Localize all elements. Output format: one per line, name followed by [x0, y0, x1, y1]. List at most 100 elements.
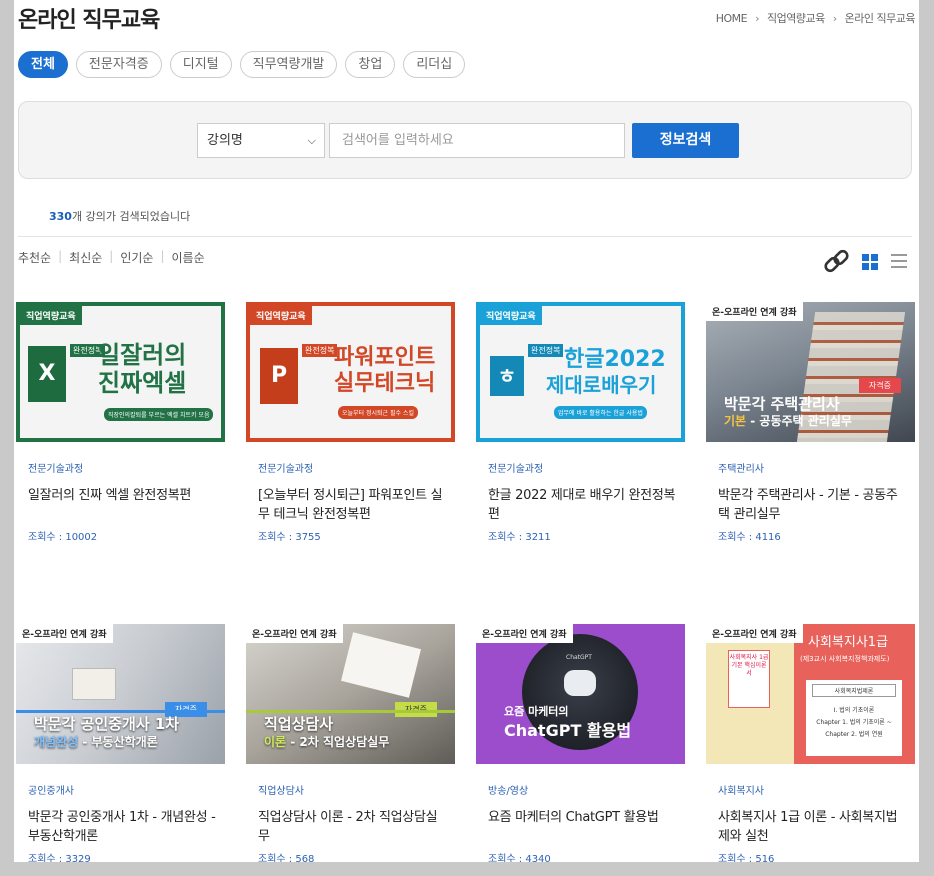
- thumb-tag: 온-오프라인 연계 강좌: [16, 624, 113, 643]
- course-thumbnail[interactable]: 온-오프라인 연계 강좌 자격증 직업상담사 이론 - 2차 직업상담실무: [246, 624, 455, 764]
- select-value: 강의명: [207, 133, 243, 148]
- course-category: 공인중개사: [28, 786, 74, 797]
- course-views: 조회수 : 3211: [488, 532, 551, 543]
- sort-popular[interactable]: 인기순: [120, 249, 153, 266]
- thumb-line2-rest: - 공동주택 관리실무: [746, 414, 852, 428]
- paper-image: [340, 632, 422, 698]
- thumb-line2: 이론 - 2차 직업상담실무: [264, 735, 389, 749]
- course-title[interactable]: 박문각 공인중개사 1차 - 개념완성 - 부동산학개론: [28, 808, 218, 846]
- chevron-down-icon: ⌵: [307, 134, 316, 147]
- thumb-badge: ChatGPT: [566, 654, 592, 661]
- blue-stripe: [16, 710, 225, 713]
- thumb-line2-highlight: 기본: [724, 414, 747, 428]
- course-title[interactable]: [오늘부터 정시퇴근] 파워포인트 실무 테크닉 완전정복편: [258, 486, 448, 524]
- tab-all[interactable]: 전체: [18, 51, 68, 78]
- breadcrumb-item[interactable]: 직업역량교육: [767, 12, 825, 25]
- course-title[interactable]: 박문각 주택관리사 - 기본 - 공동주택 관리실무: [718, 486, 908, 524]
- course-category: 전문기술과정: [488, 464, 544, 475]
- robot-head-icon: [564, 670, 596, 696]
- thumb-line1: 파워포인트: [334, 345, 436, 370]
- course-card[interactable]: 직업역량교육 ㅎ 완전정복 한글2022 제대로배우기 업무에 바로 활용하는 …: [476, 302, 685, 543]
- divider: [18, 236, 912, 237]
- thumb-badge: 완전정복: [528, 344, 564, 357]
- thumb-line2: 제대로배우기: [546, 373, 657, 397]
- thumb-line2-highlight: 이론: [264, 735, 287, 749]
- thumb-badge: 자격증: [858, 378, 901, 393]
- course-card[interactable]: ChatGPT 온-오프라인 연계 강좌 요즘 마케터의 ChatGPT 활용법…: [476, 624, 685, 862]
- course-views: 조회수 : 516: [718, 854, 775, 862]
- content-area: 온라인 직무교육 HOME › 직업역량교육 › 온라인 직무교육 전체 전문자격증 디…: [14, 0, 919, 862]
- course-views: 조회수 : 4340: [488, 854, 551, 862]
- course-card[interactable]: 온-오프라인 연계 강좌 자격증 직업상담사 이론 - 2차 직업상담실무 직업…: [246, 624, 455, 862]
- breadcrumb-separator-icon: ›: [755, 12, 760, 25]
- link-icon[interactable]: [824, 249, 849, 273]
- course-title[interactable]: 일잘러의 진짜 엑셀 완전정복편: [28, 486, 218, 524]
- course-thumbnail[interactable]: 직업역량교육 P 완전정복 파워포인트 실무테크닉 오늘부터 정시퇴근 필수 스…: [246, 302, 455, 442]
- course-title[interactable]: 직업상담사 이론 - 2차 직업상담실무: [258, 808, 448, 846]
- book-cover-title: 사회복지사 1급 기본 핵심이론서: [729, 654, 769, 677]
- course-card[interactable]: 온-오프라인 연계 강좌 사회복지사 1급 기본 핵심이론서 사회복지사1급 (…: [706, 624, 915, 862]
- sort-recommended[interactable]: 추천순: [18, 249, 51, 266]
- book-page-panel: 사회복지법제론 I. 법의 기초이론 Chapter 1. 법의 기초이론 ~ …: [806, 680, 902, 756]
- thumb-line2: 실무테크닉: [334, 371, 436, 396]
- course-category: 주택관리사: [718, 464, 764, 475]
- course-category: 직업상담사: [258, 786, 304, 797]
- sort-divider: |: [160, 249, 165, 263]
- tab-leadership[interactable]: 리더십: [403, 51, 466, 78]
- course-title[interactable]: 사회복지사 1급 이론 - 사회복지법제와 실천: [718, 808, 908, 846]
- course-card[interactable]: 직업역량교육 X 완전정복 일잘러의 진짜엑셀 직장인의칼퇴를 부르는 엑셀 치…: [16, 302, 225, 543]
- result-count-number: 330: [49, 210, 72, 223]
- thumb-tag: 직업역량교육: [250, 306, 312, 325]
- page-title: 온라인 직무교육: [18, 8, 160, 33]
- breadcrumb-home[interactable]: HOME: [716, 12, 748, 25]
- hangul-logo-icon: ㅎ: [490, 356, 524, 396]
- view-controls: [824, 249, 907, 273]
- search-input[interactable]: 검색어를 입력하세요: [329, 123, 625, 158]
- course-thumbnail[interactable]: 온-오프라인 연계 강좌 자격증 박문각 공인중개사 1차 개념완성 - 부동산…: [16, 624, 225, 764]
- thumb-badge: 완전정복: [302, 344, 338, 357]
- course-thumbnail[interactable]: 온-오프라인 연계 강좌 사회복지사 1급 기본 핵심이론서 사회복지사1급 (…: [706, 624, 915, 764]
- tab-startup[interactable]: 창업: [345, 51, 396, 78]
- course-thumbnail[interactable]: 직업역량교육 X 완전정복 일잘러의 진짜엑셀 직장인의칼퇴를 부르는 엑셀 치…: [16, 302, 225, 442]
- book-page-heading: 사회복지법제론: [812, 684, 896, 697]
- thumb-tag: 온-오프라인 연계 강좌: [706, 302, 803, 321]
- course-views: 조회수 : 568: [258, 854, 315, 862]
- thumb-tag: 온-오프라인 연계 강좌: [706, 624, 803, 643]
- thumb-line2: 기본 - 공동주택 관리실무: [724, 414, 852, 428]
- course-card[interactable]: 온-오프라인 연계 강좌 자격증 박문각 주택관리사 기본 - 공동주택 관리실…: [706, 302, 915, 543]
- search-panel: 강의명 ⌵ 검색어를 입력하세요 정보검색: [18, 101, 912, 179]
- course-views: 조회수 : 3329: [28, 854, 91, 862]
- result-count-text: 개 강의가 검색되었습니다: [71, 210, 191, 223]
- list-view-icon[interactable]: [891, 254, 907, 268]
- green-stripe: [246, 710, 455, 713]
- book-page-line: Chapter 1. 법의 기초이론 ~: [816, 719, 892, 726]
- course-category: 사회복지사: [718, 786, 764, 797]
- grid-view-icon[interactable]: [862, 254, 878, 270]
- thumb-subtitle: 업무에 바로 활용하는 한글 사용법: [554, 406, 647, 419]
- search-field-select[interactable]: 강의명 ⌵: [197, 123, 325, 158]
- tab-professional-cert[interactable]: 전문자격증: [75, 51, 162, 78]
- course-title[interactable]: 한글 2022 제대로 배우기 완전정복편: [488, 486, 678, 524]
- thumb-line1: 일잘러의: [98, 341, 187, 369]
- course-card[interactable]: 직업역량교육 P 완전정복 파워포인트 실무테크닉 오늘부터 정시퇴근 필수 스…: [246, 302, 455, 543]
- course-title[interactable]: 요즘 마케터의 ChatGPT 활용법: [488, 808, 678, 846]
- course-card[interactable]: 온-오프라인 연계 강좌 자격증 박문각 공인중개사 1차 개념완성 - 부동산…: [16, 624, 225, 862]
- sort-latest[interactable]: 최신순: [69, 249, 102, 266]
- sort-name[interactable]: 이름순: [172, 249, 205, 266]
- thumb-tag: 직업역량교육: [20, 306, 82, 325]
- book-cover-image: 사회복지사 1급 기본 핵심이론서: [728, 650, 770, 708]
- course-thumbnail[interactable]: 직업역량교육 ㅎ 완전정복 한글2022 제대로배우기 업무에 바로 활용하는 …: [476, 302, 685, 442]
- tab-job-skills[interactable]: 직무역량개발: [239, 51, 338, 78]
- thumb-line2: ChatGPT 활용법: [504, 721, 632, 740]
- course-category: 전문기술과정: [258, 464, 314, 475]
- course-category: 전문기술과정: [28, 464, 84, 475]
- thumb-line1: 직업상담사: [264, 715, 334, 733]
- result-count: 330개 강의가 검색되었습니다: [49, 208, 190, 224]
- book-page-line: I. 법의 기초이론: [833, 707, 875, 714]
- course-thumbnail[interactable]: ChatGPT 온-오프라인 연계 강좌 요즘 마케터의 ChatGPT 활용법: [476, 624, 685, 764]
- course-thumbnail[interactable]: 온-오프라인 연계 강좌 자격증 박문각 주택관리사 기본 - 공동주택 관리실…: [706, 302, 915, 442]
- breadcrumb: HOME › 직업역량교육 › 온라인 직무교육: [716, 10, 916, 26]
- search-button[interactable]: 정보검색: [632, 123, 739, 158]
- thumb-tag: 온-오프라인 연계 강좌: [476, 624, 573, 643]
- tab-digital[interactable]: 디지털: [169, 51, 232, 78]
